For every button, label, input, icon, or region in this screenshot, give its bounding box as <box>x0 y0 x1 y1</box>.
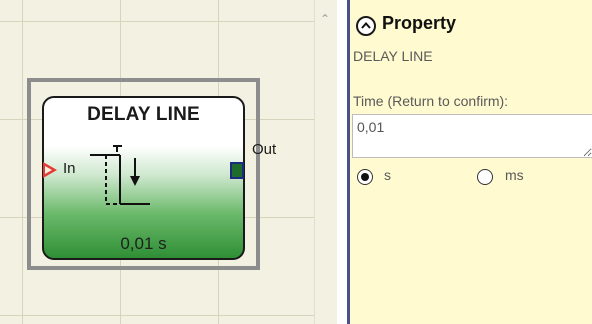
canvas-vertical-scrollbar[interactable] <box>314 0 337 324</box>
unit-radio-s[interactable] <box>357 169 373 185</box>
chevron-up-icon <box>361 21 371 29</box>
collapse-button[interactable] <box>356 16 376 36</box>
time-input[interactable]: 0,01 <box>352 114 592 158</box>
unit-radio-ms-label[interactable]: ms <box>505 167 524 183</box>
block-title: DELAY LINE <box>87 104 200 125</box>
delay-line-icon <box>90 145 150 205</box>
unit-radio-ms[interactable] <box>477 169 493 185</box>
input-pin-label: In <box>63 160 76 177</box>
block-delay-value: 0,01 s <box>120 234 167 253</box>
scroll-up-arrow-icon[interactable]: ⌃ <box>318 12 332 26</box>
output-pin[interactable] <box>230 162 244 179</box>
output-pin-label: Out <box>252 141 277 158</box>
unit-radio-s-label[interactable]: s <box>384 167 391 183</box>
block-type-label: DELAY LINE <box>353 48 433 64</box>
design-canvas[interactable]: DELAY LINE 0,01 s In Out <box>0 0 330 324</box>
panel-title: Property <box>382 13 457 33</box>
input-pin-inner <box>45 166 52 174</box>
time-field-label: Time (Return to confirm): <box>353 93 509 109</box>
